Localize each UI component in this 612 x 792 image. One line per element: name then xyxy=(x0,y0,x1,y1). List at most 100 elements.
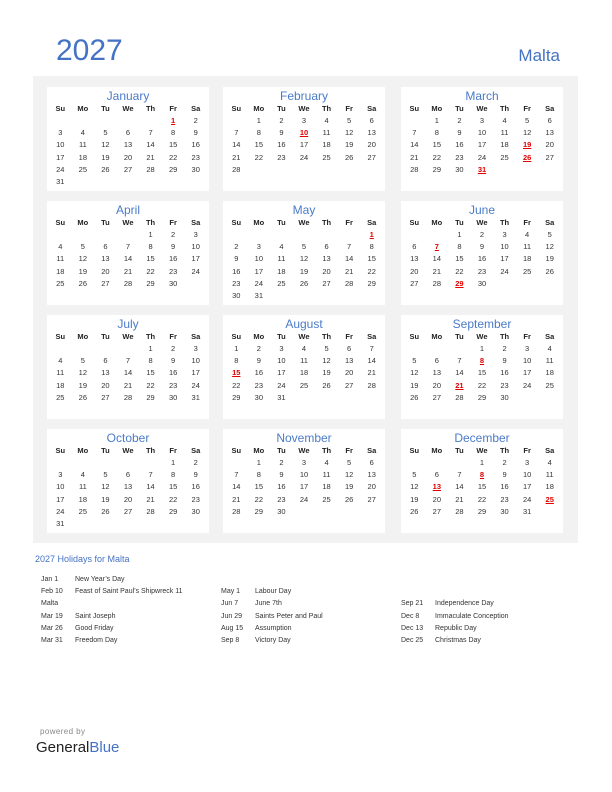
day-cell: 12 xyxy=(410,368,419,378)
day-cell: 8 xyxy=(457,242,462,252)
empty-cell xyxy=(49,457,72,469)
holiday-day-cell: 8 xyxy=(479,356,485,366)
holiday-item: Aug 15 Assumption xyxy=(221,623,323,635)
day-cell: 10 xyxy=(500,242,509,252)
empty-cell xyxy=(426,229,449,241)
month-title: September xyxy=(452,317,512,331)
holiday-name: Christmas Day xyxy=(435,636,481,644)
day-cell: 22 xyxy=(168,494,178,504)
weekday-header: Fr xyxy=(169,446,177,455)
weekday-header: Sa xyxy=(545,218,555,227)
holiday-day-cell: 26 xyxy=(522,152,532,162)
day-cell: 13 xyxy=(410,254,419,264)
day-cell: 11 xyxy=(545,470,554,480)
empty-cell xyxy=(448,343,471,355)
day-cell: 24 xyxy=(191,266,200,276)
day-cell: 7 xyxy=(347,242,352,252)
month-grid: Su Mo Tu We Th Fr Sa 1 2 3 4 5 6 7 8 9 10 11 12 13 14 15 16 17 1… xyxy=(223,103,385,176)
day-cell: 13 xyxy=(432,368,442,378)
holiday-item: Mar 19 Saint Joseph xyxy=(41,611,183,623)
day-cell: 8 xyxy=(171,128,176,138)
weekday-header: Th xyxy=(145,332,156,341)
month-title: October xyxy=(106,431,150,445)
day-cell: 21 xyxy=(410,152,419,162)
day-cell: 23 xyxy=(277,494,286,504)
weekday-header: Sa xyxy=(367,332,377,341)
day-cell: 7 xyxy=(412,128,417,138)
day-cell: 16 xyxy=(254,368,264,378)
day-cell: 27 xyxy=(101,278,110,288)
day-cell: 27 xyxy=(344,380,354,390)
day-cell: 28 xyxy=(455,506,464,516)
month-card-january: January Su Mo Tu We Th Fr Sa 1 2 3 4 5 6 7 8 9 10 11 12 13 14… xyxy=(47,87,209,191)
day-cell: 19 xyxy=(101,494,110,504)
day-cell: 11 xyxy=(277,254,286,264)
day-cell: 25 xyxy=(56,278,65,288)
day-cell: 6 xyxy=(434,356,439,366)
day-cell: 28 xyxy=(432,278,442,288)
weekday-header: We xyxy=(122,104,134,113)
day-cell: 8 xyxy=(171,470,176,480)
holiday-item: Sep 8 Victory Day xyxy=(221,635,323,647)
day-cell: 12 xyxy=(78,254,88,264)
holiday-item: Jan 1 New Year’s Day xyxy=(41,574,183,586)
day-cell: 26 xyxy=(299,278,309,288)
day-cell: 20 xyxy=(545,140,554,150)
weekday-header: Tu xyxy=(277,104,286,113)
country-title: Malta xyxy=(518,46,560,65)
empty-cell xyxy=(270,229,293,241)
day-cell: 17 xyxy=(299,140,309,150)
day-cell: 25 xyxy=(322,494,331,504)
day-cell: 18 xyxy=(277,266,286,276)
day-cell: 16 xyxy=(168,368,178,378)
day-cell: 12 xyxy=(101,482,110,492)
holiday-name: June 7th xyxy=(255,600,282,608)
generalblue-logo[interactable]: GeneralBlue xyxy=(36,739,119,756)
month-card-august: August Su Mo Tu We Th Fr Sa 1 2 3 4 5 6 7 8 9 10 11 12 13 14 1… xyxy=(223,315,385,419)
holiday-date: Mar 31 xyxy=(41,636,63,644)
day-cell: 12 xyxy=(344,470,354,480)
day-cell: 31 xyxy=(277,392,286,402)
day-cell: 17 xyxy=(522,368,532,378)
holiday-day-cell: 13 xyxy=(432,482,442,492)
day-cell: 15 xyxy=(477,482,487,492)
empty-cell xyxy=(72,229,95,241)
weekday-header: Su xyxy=(55,104,66,113)
holiday-date: Dec 25 xyxy=(401,636,424,644)
weekday-header: Tu xyxy=(455,332,464,341)
day-cell: 6 xyxy=(369,116,374,125)
holiday-day-cell: 7 xyxy=(434,242,439,252)
day-cell: 26 xyxy=(78,392,88,402)
day-cell: 8 xyxy=(369,242,374,252)
day-cell: 23 xyxy=(477,266,487,276)
weekday-header: Su xyxy=(409,104,420,113)
day-cell: 6 xyxy=(547,116,552,125)
day-cell: 16 xyxy=(277,140,286,150)
day-cell: 15 xyxy=(146,254,155,264)
month-grid: Su Mo Tu We Th Fr Sa 1 2 3 4 5 6 7 8 9 10 11 12 13 14 15 16 17 1… xyxy=(47,217,209,290)
weekday-header: We xyxy=(298,446,310,455)
day-cell: 20 xyxy=(322,266,331,276)
empty-cell xyxy=(338,229,361,241)
day-cell: 5 xyxy=(80,242,85,252)
day-cell: 22 xyxy=(432,152,442,162)
month-grid: Su Mo Tu We Th Fr Sa 1 2 3 4 5 6 7 8 9 10 11 12 13 14 15 16 17 1… xyxy=(401,217,563,290)
day-cell: 17 xyxy=(191,254,200,264)
holiday-name: Saints Peter and Paul xyxy=(255,612,323,620)
day-cell: 14 xyxy=(123,368,133,378)
day-cell: 1 xyxy=(171,458,176,467)
day-cell: 13 xyxy=(101,254,110,264)
day-cell: 23 xyxy=(500,380,509,390)
day-cell: 26 xyxy=(545,266,554,276)
day-cell: 14 xyxy=(367,356,376,366)
holiday-name: Assumption xyxy=(255,624,292,632)
weekday-header: We xyxy=(476,104,488,113)
empty-cell xyxy=(49,115,72,127)
day-cell: 14 xyxy=(432,254,442,264)
day-cell: 24 xyxy=(299,152,309,162)
weekday-header: Fr xyxy=(345,446,353,455)
day-cell: 20 xyxy=(367,140,376,150)
day-cell: 18 xyxy=(545,482,554,492)
holiday-name: Saint Joseph xyxy=(75,612,116,620)
day-cell: 24 xyxy=(500,266,509,276)
